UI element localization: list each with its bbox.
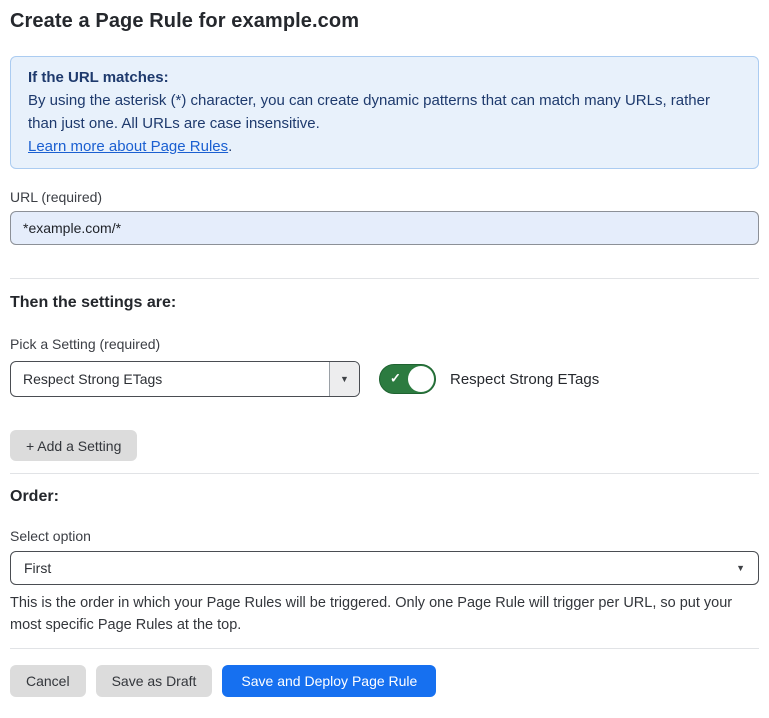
cancel-button[interactable]: Cancel [10,665,86,697]
info-box-body: By using the asterisk (*) character, you… [28,89,733,135]
setting-select[interactable]: Respect Strong ETags ▼ [10,361,360,397]
settings-heading: Then the settings are: [10,294,759,312]
divider-actions [10,648,759,649]
add-setting-button[interactable]: + Add a Setting [10,430,137,461]
order-select-label: Select option [10,528,759,544]
setting-select-arrow-button[interactable]: ▼ [329,362,359,396]
chevron-down-icon: ▼ [736,564,745,573]
learn-more-link[interactable]: Learn more about Page Rules [28,138,228,155]
info-box-link-line: Learn more about Page Rules. [28,135,741,158]
url-input[interactable] [10,211,759,245]
page-title: Create a Page Rule for example.com [10,10,759,33]
order-help-text: This is the order in which your Page Rul… [10,592,759,636]
url-matches-info-box: If the URL matches: By using the asteris… [10,56,759,169]
save-as-draft-button[interactable]: Save as Draft [96,665,213,697]
link-suffix: . [228,138,232,155]
etags-toggle-label: Respect Strong ETags [450,371,599,388]
order-select-value: First [24,560,51,576]
setting-row: Respect Strong ETags ▼ ✓ Respect Strong … [10,361,759,397]
info-box-title: If the URL matches: [28,66,741,89]
check-icon: ✓ [390,371,401,387]
create-page-rule-form: Create a Page Rule for example.com If th… [0,0,769,697]
pick-setting-label: Pick a Setting (required) [10,336,759,352]
save-and-deploy-button[interactable]: Save and Deploy Page Rule [222,665,436,697]
toggle-knob [408,366,434,392]
chevron-down-icon: ▼ [340,375,349,384]
order-heading: Order: [10,488,759,506]
divider-url-settings [10,278,759,279]
form-actions: Cancel Save as Draft Save and Deploy Pag… [10,665,759,697]
setting-select-value: Respect Strong ETags [11,362,329,396]
etags-toggle[interactable]: ✓ [379,364,436,394]
order-select[interactable]: First ▼ [10,551,759,585]
divider-settings-order [10,473,759,474]
url-field-label: URL (required) [10,189,759,205]
